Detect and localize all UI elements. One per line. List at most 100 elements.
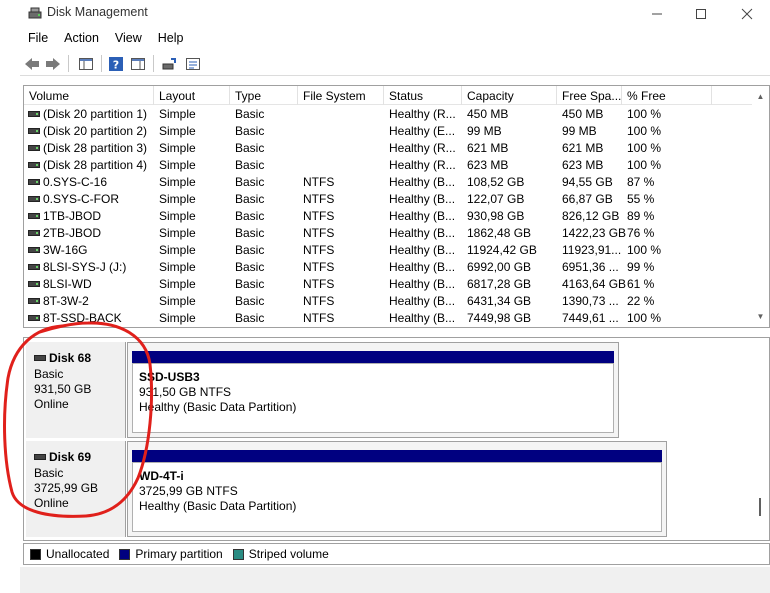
- cell-free-space: 4163,64 GB: [562, 277, 627, 291]
- cell-volume: 3W-16G: [28, 243, 87, 257]
- cell-status: Healthy (B...: [389, 209, 456, 223]
- volume-list-scrollbar[interactable]: ▲ ▼: [752, 86, 769, 327]
- volume-icon: [28, 213, 40, 219]
- table-row[interactable]: 8LSI-SYS-J (J:) Simple Basic NTFS Healthy (B…: [24, 259, 754, 276]
- column-header-percent-free[interactable]: % Free: [622, 86, 712, 105]
- legend-label: Striped volume: [248, 547, 329, 561]
- cell-status: Healthy (B...: [389, 294, 456, 308]
- volume-icon: [28, 247, 40, 253]
- cell-free-space: 66,87 GB: [562, 192, 613, 206]
- cell-free-space: 826,12 GB: [562, 209, 620, 223]
- volume-icon: [28, 298, 40, 304]
- table-row[interactable]: 8LSI-WD Simple Basic NTFS Healthy (B... 6817,…: [24, 276, 754, 293]
- cell-layout: Simple: [159, 107, 196, 121]
- legend-swatch: [232, 548, 244, 560]
- partition-ssd-usb3[interactable]: SSD-USB3 931,50 GB NTFS Healthy (Basic D…: [127, 342, 619, 438]
- cell-volume: 0.SYS-C-16: [28, 175, 107, 189]
- forward-arrow-icon: [46, 57, 60, 70]
- scroll-up-arrow-icon[interactable]: ▲: [752, 88, 769, 105]
- maximize-button[interactable]: [678, 0, 724, 28]
- back-button[interactable]: [22, 54, 42, 73]
- properties-icon: [186, 57, 200, 70]
- disk-pane-scroll-thumb[interactable]: [759, 498, 761, 516]
- cell-volume: 2TB-JBOD: [28, 226, 101, 240]
- minimize-icon: [652, 13, 662, 15]
- cell-layout: Simple: [159, 209, 196, 223]
- disk-label-disk-68[interactable]: Disk 68 Basic 931,50 GB Online: [26, 342, 126, 438]
- help-button[interactable]: ?: [106, 54, 126, 73]
- table-row[interactable]: 0.SYS-C-FOR Simple Basic NTFS Healthy (B... 1…: [24, 191, 754, 208]
- cell-file-system: NTFS: [303, 243, 335, 257]
- cell-type: Basic: [235, 158, 265, 172]
- cell-type: Basic: [235, 141, 265, 155]
- column-header-type[interactable]: Type: [230, 86, 298, 105]
- cell-file-system: NTFS: [303, 277, 335, 291]
- cell-capacity: 7449,98 GB: [467, 311, 532, 325]
- back-arrow-icon: [25, 57, 39, 70]
- disk-pane-scrollbar[interactable]: [752, 338, 769, 540]
- table-row[interactable]: (Disk 20 partition 2) Simple Basic Healthy …: [24, 123, 754, 140]
- menu-file[interactable]: File: [20, 29, 56, 49]
- volume-list-pane[interactable]: Volume Layout Type File System Status Ca…: [23, 85, 770, 328]
- cell-percent-free: 100 %: [627, 141, 662, 155]
- cell-capacity: 122,07 GB: [467, 192, 525, 206]
- table-row[interactable]: (Disk 20 partition 1) Simple Basic Healthy …: [24, 106, 754, 123]
- partition-wd-4t-i[interactable]: WD-4T-i 3725,99 GB NTFS Healthy (Basic D…: [127, 441, 667, 537]
- cell-free-space: 450 MB: [562, 107, 604, 121]
- cell-status: Healthy (B...: [389, 226, 456, 240]
- cell-type: Basic: [235, 311, 265, 325]
- cell-capacity: 11924,42 GB: [467, 243, 537, 257]
- close-button[interactable]: [724, 0, 770, 28]
- cell-layout: Simple: [159, 141, 196, 155]
- volume-icon: [28, 128, 40, 134]
- connect-virtual-disk-button[interactable]: [160, 54, 180, 73]
- cell-layout: Simple: [159, 294, 196, 308]
- column-header-volume[interactable]: Volume: [24, 86, 154, 105]
- cell-layout: Simple: [159, 277, 196, 291]
- cell-type: Basic: [235, 226, 265, 240]
- table-row[interactable]: 8T-SSD-BACK Simple Basic NTFS Healthy (B... 7…: [24, 310, 754, 327]
- disk-label-disk-69[interactable]: Disk 69 Basic 3725,99 GB Online: [26, 441, 126, 537]
- volume-name: (Disk 28 partition 4): [43, 158, 148, 172]
- cell-file-system: NTFS: [303, 209, 335, 223]
- table-row[interactable]: 3W-16G Simple Basic NTFS Healthy (B... 11924,…: [24, 242, 754, 259]
- cell-volume: 8LSI-SYS-J (J:): [28, 260, 126, 274]
- column-header-file-system[interactable]: File System: [298, 86, 384, 105]
- menu-view[interactable]: View: [107, 29, 150, 49]
- cell-layout: Simple: [159, 192, 196, 206]
- window-title: Disk Management: [47, 5, 148, 19]
- menu-action[interactable]: Action: [56, 29, 107, 49]
- partition-body[interactable]: WD-4T-i 3725,99 GB NTFS Healthy (Basic D…: [132, 462, 662, 532]
- cell-type: Basic: [235, 124, 265, 138]
- column-header-status[interactable]: Status: [384, 86, 462, 105]
- cell-capacity: 6431,34 GB: [467, 294, 532, 308]
- cell-status: Healthy (E...: [389, 124, 456, 138]
- cell-file-system: NTFS: [303, 311, 335, 325]
- column-header-free-space[interactable]: Free Spa...: [557, 86, 622, 105]
- table-row[interactable]: 8T-3W-2 Simple Basic NTFS Healthy (B... 6431,…: [24, 293, 754, 310]
- properties-button[interactable]: [183, 54, 203, 73]
- column-header-capacity[interactable]: Capacity: [462, 86, 557, 105]
- cell-file-system: NTFS: [303, 192, 335, 206]
- cell-type: Basic: [235, 260, 265, 274]
- table-row[interactable]: 0.SYS-C-16 Simple Basic NTFS Healthy (B... 10…: [24, 174, 754, 191]
- table-row[interactable]: (Disk 28 partition 4) Simple Basic Healthy …: [24, 157, 754, 174]
- scroll-down-arrow-icon[interactable]: ▼: [752, 308, 769, 325]
- volume-icon: [28, 111, 40, 117]
- disk-graphical-pane[interactable]: Disk 68 Basic 931,50 GB Online SSD-USB3 …: [23, 337, 770, 541]
- toolbar-separator: [68, 55, 69, 72]
- volume-name: 8T-3W-2: [43, 294, 89, 308]
- volume-icon: [28, 196, 40, 202]
- cell-volume: (Disk 28 partition 3): [28, 141, 147, 155]
- title-bar: Disk Management: [0, 0, 770, 28]
- menu-help[interactable]: Help: [150, 29, 192, 49]
- table-row[interactable]: 1TB-JBOD Simple Basic NTFS Healthy (B... 930,…: [24, 208, 754, 225]
- forward-button[interactable]: [43, 54, 63, 73]
- minimize-button[interactable]: [634, 0, 680, 28]
- partition-body[interactable]: SSD-USB3 931,50 GB NTFS Healthy (Basic D…: [132, 363, 614, 433]
- show-hide-action-pane-button[interactable]: [128, 54, 148, 73]
- column-header-layout[interactable]: Layout: [154, 86, 230, 105]
- show-hide-console-tree-button[interactable]: [76, 54, 96, 73]
- table-row[interactable]: 2TB-JBOD Simple Basic NTFS Healthy (B... 1862…: [24, 225, 754, 242]
- table-row[interactable]: (Disk 28 partition 3) Simple Basic Healthy …: [24, 140, 754, 157]
